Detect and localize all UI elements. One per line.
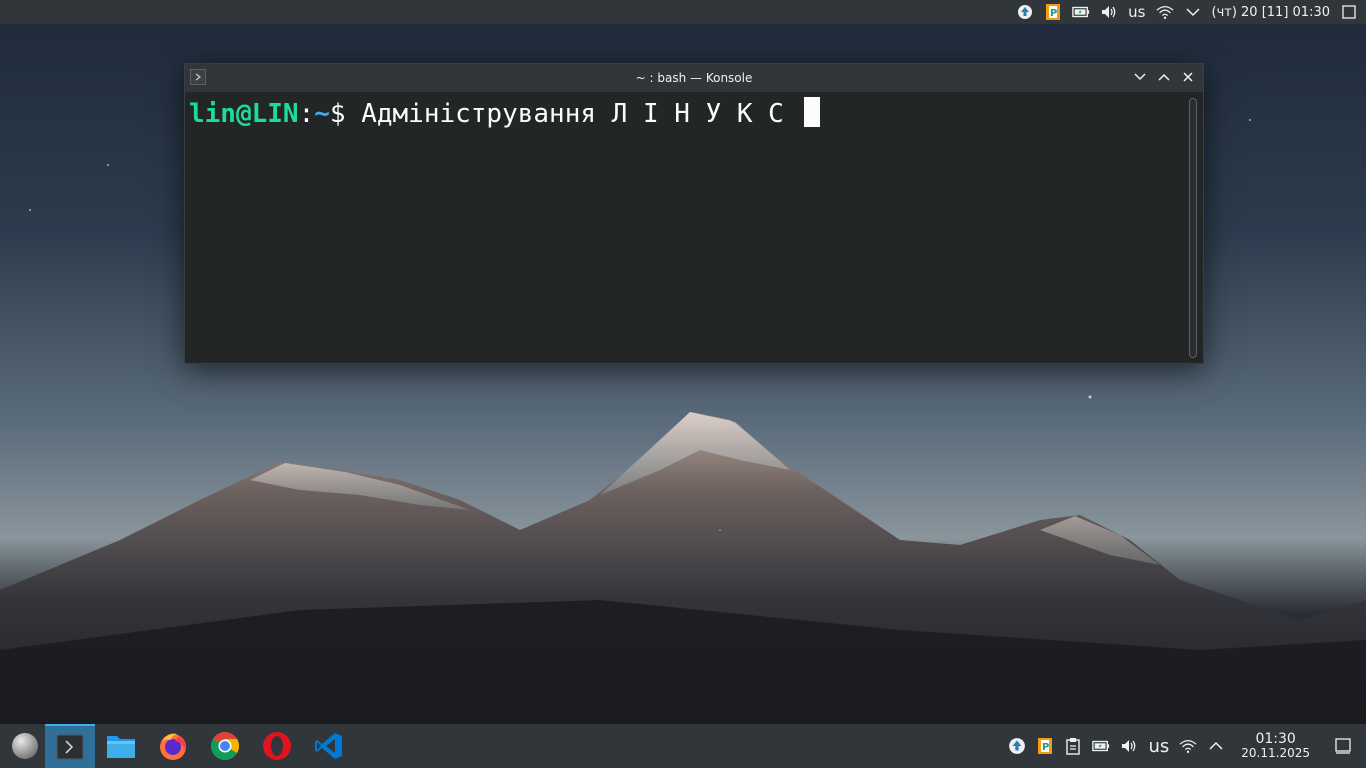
- window-titlebar[interactable]: ~ : bash — Konsole: [185, 64, 1203, 92]
- digital-clock[interactable]: 01:30 20.11.2025: [1241, 732, 1310, 760]
- top-system-tray: P us (чт) 20 [11] 01:30: [1016, 3, 1366, 21]
- prompt-separator: :: [298, 99, 315, 129]
- battery-icon[interactable]: [1092, 737, 1110, 755]
- bottom-taskbar: P us 01:30 20.11.2025: [0, 724, 1366, 768]
- clock-date: 20.11.2025: [1241, 746, 1310, 760]
- top-datetime[interactable]: (чт) 20 [11] 01:30: [1212, 5, 1331, 20]
- minimize-button[interactable]: [1131, 68, 1149, 86]
- pamac-icon[interactable]: P: [1044, 3, 1062, 21]
- show-desktop-icon[interactable]: [1340, 3, 1358, 21]
- clipboard-icon[interactable]: [1064, 737, 1082, 755]
- battery-icon[interactable]: [1072, 3, 1090, 21]
- chrome-icon[interactable]: [200, 724, 250, 768]
- terminal-scrollbar[interactable]: [1189, 98, 1197, 358]
- svg-text:P: P: [1050, 8, 1057, 19]
- svg-text:P: P: [1042, 742, 1049, 753]
- expand-chevron-icon[interactable]: [1184, 3, 1202, 21]
- terminal-cursor: [803, 97, 820, 127]
- prompt-path: ~: [314, 99, 330, 129]
- command-input: Адміністрування Л І Н У К С: [345, 99, 800, 129]
- wifi-icon[interactable]: [1155, 3, 1174, 21]
- menu-launcher-icon[interactable]: [0, 724, 50, 768]
- konsole-window[interactable]: ~ : bash — Konsole lin@LIN:~$ Адміністру…: [184, 63, 1204, 364]
- keyboard-layout-indicator[interactable]: us: [1148, 736, 1169, 757]
- update-icon[interactable]: [1016, 3, 1034, 21]
- keyboard-layout-indicator[interactable]: us: [1128, 3, 1145, 21]
- prompt-user-host: lin@LIN: [189, 99, 299, 129]
- update-icon[interactable]: [1008, 737, 1026, 755]
- konsole-app-icon[interactable]: [190, 69, 206, 85]
- show-desktop-icon[interactable]: [1334, 737, 1352, 755]
- wifi-icon[interactable]: [1179, 737, 1197, 755]
- firefox-icon[interactable]: [148, 724, 198, 768]
- close-button[interactable]: [1179, 68, 1197, 86]
- vscode-icon[interactable]: [304, 724, 354, 768]
- konsole-task-icon[interactable]: [45, 724, 95, 768]
- window-title: ~ : bash — Konsole: [635, 71, 753, 85]
- terminal-area[interactable]: lin@LIN:~$ Адміністрування Л І Н У К С: [185, 92, 1185, 363]
- volume-icon[interactable]: [1100, 3, 1118, 21]
- folder-icon[interactable]: [96, 724, 146, 768]
- clock-time: 01:30: [1255, 731, 1296, 747]
- tray-expand-icon[interactable]: [1207, 737, 1225, 755]
- opera-icon[interactable]: [252, 724, 302, 768]
- top-panel: P us (чт) 20 [11] 01:30: [0, 0, 1366, 24]
- pamac-icon[interactable]: P: [1036, 737, 1054, 755]
- bottom-system-tray: P us 01:30 20.11.2025: [1008, 724, 1366, 768]
- maximize-button[interactable]: [1155, 68, 1173, 86]
- volume-icon[interactable]: [1120, 737, 1138, 755]
- prompt-symbol: $: [329, 99, 346, 129]
